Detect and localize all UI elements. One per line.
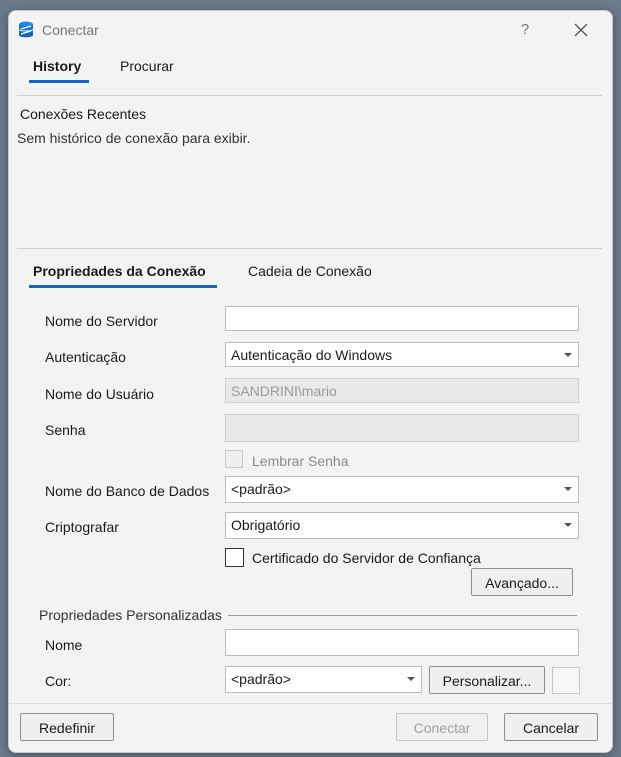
authentication-label: Autenticação xyxy=(45,349,126,365)
database-name-label: Nome do Banco de Dados xyxy=(45,483,210,499)
divider xyxy=(17,95,602,96)
connect-button[interactable]: Conectar xyxy=(396,713,488,741)
color-swatch[interactable] xyxy=(552,667,580,694)
custom-name-input[interactable] xyxy=(225,629,579,656)
help-button[interactable]: ? xyxy=(515,20,535,40)
title-bar: Conectar ? xyxy=(9,11,612,49)
window-title: Conectar xyxy=(42,22,99,38)
custom-properties-title: Propriedades Personalizadas xyxy=(39,607,228,623)
user-name-input: SANDRINI\mario xyxy=(225,378,579,403)
divider xyxy=(17,248,602,249)
database-name-select[interactable]: <padrão> xyxy=(225,476,579,503)
tab-history-underline xyxy=(29,80,89,83)
recent-connections-title: Conexões Recentes xyxy=(20,106,147,122)
dropdown-arrow-icon xyxy=(407,677,415,681)
cancel-button[interactable]: Cancelar xyxy=(504,713,598,741)
remember-password-label: Lembrar Senha xyxy=(252,453,349,469)
tab-procurar[interactable]: Procurar xyxy=(120,58,174,74)
dropdown-arrow-icon xyxy=(564,487,572,491)
custom-name-label: Nome xyxy=(45,637,83,653)
password-input xyxy=(225,414,579,442)
color-select[interactable]: <padrão> xyxy=(225,666,422,693)
recent-connections-empty: Sem histórico de conexão para exibir. xyxy=(17,130,251,146)
top-tabs: History Procurar xyxy=(9,51,612,95)
advanced-button[interactable]: Avançado... xyxy=(471,568,573,596)
trust-server-certificate-checkbox[interactable] xyxy=(225,548,244,567)
customize-color-button[interactable]: Personalizar... xyxy=(429,666,545,694)
server-name-label: Nome do Servidor xyxy=(45,313,158,329)
tab-history[interactable]: History xyxy=(33,58,81,74)
dropdown-arrow-icon xyxy=(564,353,572,357)
tab-connection-string[interactable]: Cadeia de Conexão xyxy=(248,263,372,279)
encrypt-label: Criptografar xyxy=(45,519,119,535)
dropdown-arrow-icon xyxy=(564,523,572,527)
database-app-icon xyxy=(19,21,33,38)
encrypt-select[interactable]: Obrigatório xyxy=(225,512,579,539)
color-label: Cor: xyxy=(45,673,72,689)
reset-button[interactable]: Redefinir xyxy=(20,713,114,741)
remember-password-checkbox xyxy=(225,450,243,468)
close-icon[interactable] xyxy=(569,18,593,42)
authentication-select[interactable]: Autenticação do Windows xyxy=(225,342,579,367)
tab-connection-properties[interactable]: Propriedades da Conexão xyxy=(33,263,206,279)
connect-dialog: Conectar ? History Procurar Conexões Rec… xyxy=(8,10,613,753)
user-name-label: Nome do Usuário xyxy=(45,386,154,402)
trust-server-certificate-label: Certificado do Servidor de Confiança xyxy=(252,550,481,566)
footer-divider xyxy=(9,703,612,704)
password-label: Senha xyxy=(45,422,86,438)
server-name-input[interactable] xyxy=(225,306,579,331)
tab-connection-properties-underline xyxy=(29,285,217,288)
